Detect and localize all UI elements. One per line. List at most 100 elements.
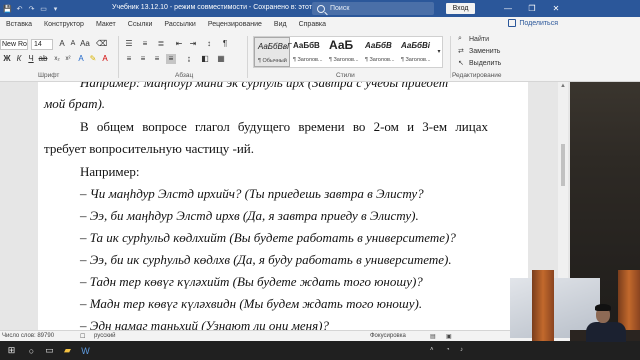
- document-page[interactable]: Например: Маңһдур мини эк сурһуль ирх (З…: [38, 82, 528, 330]
- maximize-button[interactable]: ❐: [520, 0, 544, 17]
- doc-line: – Ээ, би маңһдур Элстд ирхв (Да, я завтр…: [80, 208, 419, 223]
- align-right-icon[interactable]: ≡: [152, 54, 162, 64]
- replace-button[interactable]: ⇄ Заменить: [458, 47, 501, 56]
- search-icon[interactable]: ○: [26, 345, 37, 356]
- quick-access-more-icon[interactable]: ▾: [51, 4, 60, 13]
- screen: 💾 ↶ ↷ ▭ ▾ Учебник 13.12.10 - режим совме…: [0, 0, 640, 360]
- style-heading-2[interactable]: АаБ ¶ Заголов...: [326, 37, 362, 67]
- numbering-icon[interactable]: ≡: [140, 39, 150, 49]
- styles-more-icon[interactable]: ▾: [434, 47, 444, 57]
- bold-icon[interactable]: Ж: [2, 54, 12, 64]
- close-button[interactable]: ✕: [544, 0, 568, 17]
- speaker-hair: [595, 304, 611, 311]
- style-heading-3[interactable]: АаБбВ ¶ Заголов...: [362, 37, 398, 67]
- font-size-field[interactable]: 14: [31, 39, 53, 50]
- strikethrough-icon[interactable]: ab: [38, 54, 48, 64]
- save-icon[interactable]: 💾: [3, 4, 12, 13]
- search-icon: [317, 4, 325, 13]
- underline-icon[interactable]: Ч: [26, 54, 36, 64]
- show-marks-icon[interactable]: ¶: [220, 39, 230, 49]
- style-name: ¶ Заголов...: [365, 57, 395, 63]
- focus-mode-button[interactable]: Фокусировка: [370, 333, 406, 339]
- style-sample: АаБбВі: [401, 41, 430, 50]
- change-case-icon[interactable]: Aa: [80, 39, 90, 49]
- tab-insert[interactable]: Вставка: [0, 21, 38, 28]
- tab-help[interactable]: Справка: [293, 21, 332, 28]
- share-icon: [508, 19, 517, 27]
- undo-icon[interactable]: ↶: [15, 4, 24, 13]
- group-paragraph-label: Абзац: [175, 72, 194, 79]
- decrease-indent-icon[interactable]: ⇤: [174, 39, 184, 49]
- style-heading-4[interactable]: АаБбВі ¶ Заголов...: [398, 37, 434, 67]
- ribbon-separator: [450, 36, 451, 78]
- redo-icon[interactable]: ↷: [27, 4, 36, 13]
- font-name-field[interactable]: New Rom: [0, 39, 28, 50]
- print-layout-icon[interactable]: ▣: [446, 333, 452, 340]
- doc-line: – Эдн намаг таньхий (Узнают ли они меня)…: [80, 318, 329, 330]
- signin-button[interactable]: Вход: [446, 3, 475, 14]
- increase-indent-icon[interactable]: ⇥: [188, 39, 198, 49]
- sort-icon[interactable]: ↕: [204, 39, 214, 49]
- shrink-font-icon[interactable]: A: [68, 39, 78, 49]
- style-normal[interactable]: АаБбВвГ ¶ Обычный: [254, 37, 292, 67]
- clear-format-icon[interactable]: ⌫: [96, 39, 107, 49]
- proofing-icon[interactable]: ☐: [80, 333, 85, 340]
- grow-font-icon[interactable]: A: [57, 39, 67, 49]
- multilevel-list-icon[interactable]: ≣: [156, 39, 166, 49]
- doc-line: В общем вопросе глагол будущего времени …: [80, 119, 488, 134]
- tab-view[interactable]: Вид: [268, 21, 293, 28]
- language[interactable]: русский: [94, 333, 116, 339]
- find-button[interactable]: ⌕ Найти: [458, 35, 489, 43]
- tray-chevron-icon[interactable]: ˄: [430, 347, 434, 353]
- subscript-icon[interactable]: x₂: [52, 54, 62, 64]
- share-button[interactable]: Поделиться: [508, 19, 558, 27]
- tab-review[interactable]: Рецензирование: [202, 21, 268, 28]
- doc-line: Например: Маңһдур мини эк сурһуль ирх (З…: [80, 82, 449, 90]
- task-view-icon[interactable]: ▭: [44, 345, 55, 356]
- tab-references[interactable]: Ссылки: [122, 21, 159, 28]
- highlight-icon[interactable]: ✎: [88, 54, 98, 64]
- volume-icon[interactable]: ♪: [460, 347, 463, 353]
- style-sample: АаБбВвГ: [258, 42, 292, 51]
- bullets-icon[interactable]: ☰: [124, 39, 134, 49]
- style-name: ¶ Обычный: [258, 58, 287, 64]
- italic-icon[interactable]: К: [14, 54, 24, 64]
- borders-icon[interactable]: ▦: [216, 54, 226, 64]
- word-count[interactable]: Число слов: 89790: [2, 333, 54, 339]
- superscript-icon[interactable]: x²: [63, 54, 73, 64]
- tab-mailings[interactable]: Рассылки: [158, 21, 201, 28]
- scroll-up-icon[interactable]: ▲: [560, 83, 566, 89]
- replace-label: Заменить: [469, 47, 501, 55]
- minimize-button[interactable]: —: [496, 0, 520, 17]
- style-name: ¶ Заголов...: [329, 57, 359, 63]
- search-box[interactable]: Поиск: [312, 2, 434, 15]
- align-left-icon[interactable]: ≡: [124, 54, 134, 64]
- tab-layout[interactable]: Макет: [90, 21, 122, 28]
- style-sample: АаБ: [329, 38, 354, 52]
- start-icon[interactable]: ⊞: [6, 345, 17, 356]
- scroll-thumb[interactable]: [561, 144, 565, 186]
- style-sample: АаБбВ: [365, 41, 392, 50]
- print-icon[interactable]: ▭: [39, 4, 48, 13]
- styles-gallery: АаБбВвГ ¶ Обычный АаБбВ ¶ Заголов... АаБ…: [253, 36, 443, 68]
- text-effects-icon[interactable]: A: [76, 54, 86, 64]
- file-explorer-icon[interactable]: ▰: [62, 345, 73, 356]
- style-sample: АаБбВ: [293, 41, 320, 50]
- status-bar: Число слов: 89790 ☐ русский Фокусировка …: [0, 330, 570, 341]
- group-editing-label: Редактирование: [452, 72, 502, 79]
- ribbon: New Rom 14 A A Aa ⌫ Ж К Ч ab x₂ x² A ✎ A…: [0, 32, 570, 82]
- title-bar: 💾 ↶ ↷ ▭ ▾ Учебник 13.12.10 - режим совме…: [0, 0, 640, 17]
- align-center-icon[interactable]: ≡: [138, 54, 148, 64]
- style-name: ¶ Заголов...: [401, 57, 431, 63]
- line-spacing-icon[interactable]: ↨: [184, 54, 194, 64]
- word-app-icon[interactable]: W: [80, 345, 91, 356]
- group-font-label: Шрифт: [38, 72, 60, 79]
- font-color-icon[interactable]: A: [100, 54, 110, 64]
- select-button[interactable]: ↖ Выделить: [458, 59, 501, 68]
- style-heading-1[interactable]: АаБбВ ¶ Заголов...: [290, 37, 326, 67]
- shading-icon[interactable]: ◧: [200, 54, 210, 64]
- justify-icon[interactable]: ≡: [166, 54, 176, 64]
- network-icon[interactable]: ◔: [446, 347, 450, 353]
- read-mode-icon[interactable]: ▤: [430, 333, 436, 340]
- tab-design[interactable]: Конструктор: [38, 21, 90, 28]
